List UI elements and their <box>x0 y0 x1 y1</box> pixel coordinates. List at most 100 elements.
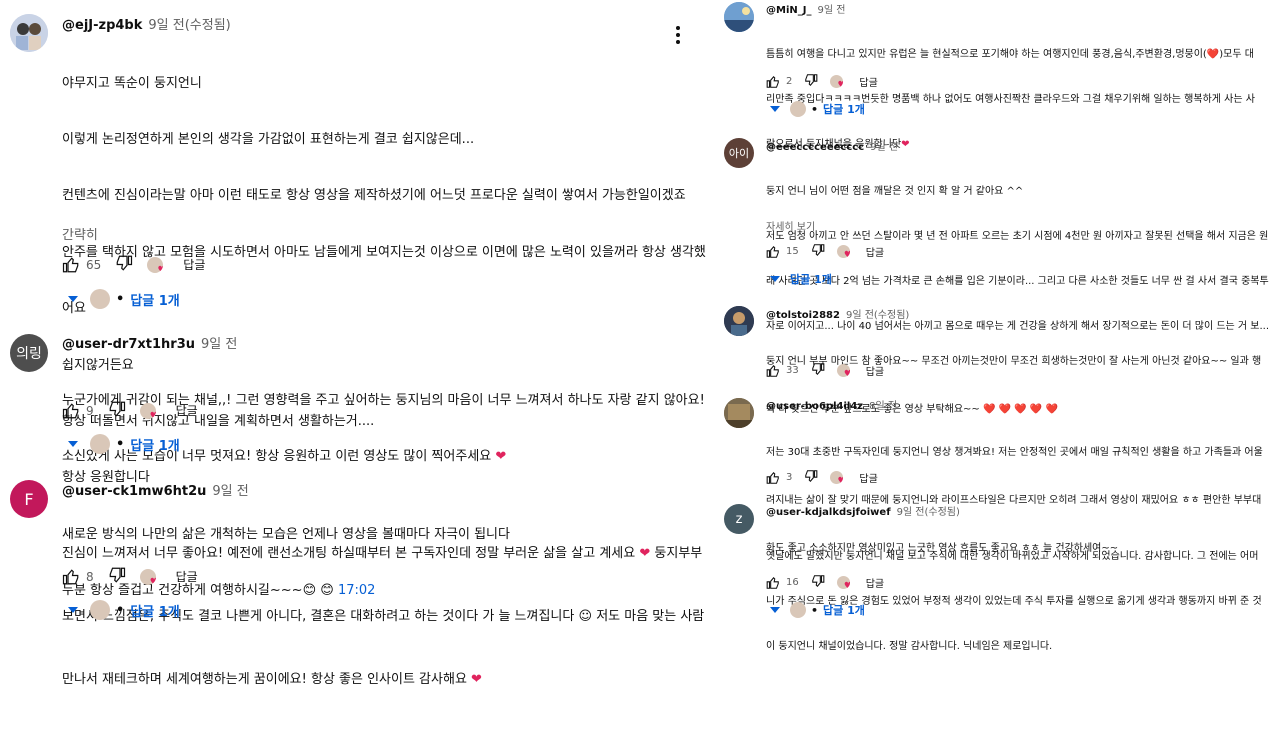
comment-line-text: 둥지부부 <box>654 546 703 561</box>
comment-author[interactable]: @ejJ-zp4bk 9일 전(수정됨) <box>62 14 231 33</box>
creator-heart-badge: ♥ <box>139 402 156 419</box>
replies-count-label[interactable]: 답글 1개 <box>130 435 179 454</box>
comment-time[interactable]: 8일 전 <box>869 401 897 412</box>
reply-button[interactable]: 답글 <box>176 568 198 585</box>
comment-author[interactable]: @MiN_J_ 9일 전 <box>766 1 845 16</box>
like-button[interactable]: 65 <box>62 256 101 274</box>
dislike-button[interactable] <box>811 574 825 591</box>
comment-actions: 3 ♥ 답글 <box>766 469 878 486</box>
like-button[interactable]: 2 <box>766 75 792 89</box>
chevron-down-icon <box>770 106 780 112</box>
like-count: 2 <box>786 76 793 87</box>
view-replies-button[interactable]: • 답글 1개 <box>770 602 865 618</box>
thumbs-down-icon <box>805 470 818 483</box>
author-handle[interactable]: @user-ck1mw6ht2u <box>62 484 206 499</box>
view-replies-button[interactable]: • 답글 1개 <box>68 434 180 454</box>
comment-time[interactable]: 9일 전(수정됨) <box>846 310 909 321</box>
creator-heart-badge: ♥ <box>830 75 844 88</box>
comment-author[interactable]: @user-dr7xt1hr3u 9일 전 <box>62 333 237 352</box>
avatar[interactable]: z <box>724 504 754 534</box>
like-count: 8 <box>86 569 94 584</box>
avatar-initials: F <box>24 489 34 509</box>
reply-button[interactable]: 답글 <box>866 244 884 259</box>
avatar[interactable]: 의링 <box>10 334 48 372</box>
dislike-button[interactable] <box>811 243 825 260</box>
avatar-initials: 의링 <box>16 346 42 362</box>
avatar[interactable]: 아이 <box>724 138 754 168</box>
like-count: 16 <box>786 577 799 588</box>
author-handle[interactable]: @eeecccceeecccc <box>766 142 864 153</box>
author-handle[interactable]: @user-dr7xt1hr3u <box>62 337 195 352</box>
dislike-button[interactable] <box>804 73 818 90</box>
avatar[interactable] <box>724 306 754 336</box>
dislike-button[interactable] <box>804 469 818 486</box>
reply-button[interactable]: 답글 <box>183 256 205 273</box>
author-handle[interactable]: @user-bo6pl4il4z <box>766 401 863 412</box>
comment-line: 야무지고 똑순이 둥지언니 <box>62 75 202 91</box>
comment-author[interactable]: @eeecccceeecccc 9일 전 <box>766 138 898 153</box>
comment-time[interactable]: 9일 전 <box>201 337 237 352</box>
reply-button[interactable]: 답글 <box>859 74 877 89</box>
view-replies-button[interactable]: • 답글 1개 <box>770 101 865 117</box>
read-more-button[interactable]: 자세히 보기 <box>766 218 815 233</box>
like-button[interactable]: 16 <box>766 576 799 590</box>
heart-icon: ❤ <box>901 139 910 150</box>
comment-line-text: 저도 마음 맞는 사람 <box>596 609 705 624</box>
reply-avatar <box>790 602 806 618</box>
avatar-initials: 아이 <box>728 147 750 160</box>
view-replies-button[interactable]: • 답글 1개 <box>68 289 180 309</box>
bullet: • <box>811 603 819 617</box>
reply-button[interactable]: 답글 <box>866 363 884 378</box>
reply-button[interactable]: 답글 <box>866 575 884 590</box>
like-button[interactable]: 33 <box>766 364 799 378</box>
dislike-button[interactable] <box>811 362 825 379</box>
heart-icon: ♥ <box>843 250 850 259</box>
author-handle[interactable]: @MiN_J_ <box>766 5 811 16</box>
reply-button[interactable]: 답글 <box>176 402 198 419</box>
comment-time[interactable]: 9일 전(수정됨) <box>897 507 960 518</box>
avatar[interactable] <box>724 2 754 32</box>
like-count: 15 <box>786 246 799 257</box>
view-replies-button[interactable]: 답글 1개 <box>770 271 832 287</box>
comment-author[interactable]: @tolstoi2882 9일 전(수정됨) <box>766 306 909 321</box>
comment-author[interactable]: @user-ck1mw6ht2u 9일 전 <box>62 480 249 499</box>
thumbs-up-icon <box>62 256 79 272</box>
heart-icon: ♥ <box>837 476 844 485</box>
replies-count-label[interactable]: 답글 1개 <box>823 602 865 618</box>
creator-heart-badge: ♥ <box>836 245 850 259</box>
view-replies-button[interactable]: • 답글 1개 <box>68 600 180 620</box>
replies-count-label[interactable]: 답글 1개 <box>823 101 865 117</box>
dislike-button[interactable] <box>115 254 133 275</box>
thumbs-down-icon <box>805 74 818 87</box>
avatar[interactable]: F <box>10 480 48 518</box>
read-less-button[interactable]: 간략히 <box>62 224 98 243</box>
like-button[interactable]: 8 <box>62 568 94 586</box>
bullet: • <box>116 436 125 452</box>
like-button[interactable]: 15 <box>766 245 799 259</box>
comment-actions: 9 ♥ 답글 <box>62 400 198 421</box>
like-button[interactable]: 9 <box>62 402 94 420</box>
dislike-button[interactable] <box>108 566 126 587</box>
comment-time[interactable]: 9일 전 <box>212 484 248 499</box>
avatar[interactable] <box>724 398 754 428</box>
replies-count-label[interactable]: 답글 1개 <box>130 601 179 620</box>
comment-author[interactable]: @user-kdjalkdsjfoiwef 9일 전(수정됨) <box>766 503 960 518</box>
comment-line: 저도 엄청 아끼고 안 쓰던 스탈이라 몇 년 전 아파트 오르는 초기 시점에… <box>766 231 1269 242</box>
replies-count-label[interactable]: 답글 1개 <box>790 271 832 287</box>
comment-time[interactable]: 9일 전 <box>870 142 898 153</box>
replies-count-label[interactable]: 답글 1개 <box>130 290 179 309</box>
comment-author[interactable]: @user-bo6pl4il4z 8일 전 <box>766 397 897 412</box>
comment-time[interactable]: 9일 전(수정됨) <box>148 18 230 33</box>
avatar-photo-icon <box>724 306 754 336</box>
author-handle[interactable]: @user-kdjalkdsjfoiwef <box>766 507 891 518</box>
reply-button[interactable]: 답글 <box>859 470 877 485</box>
like-button[interactable]: 3 <box>766 471 792 485</box>
dislike-button[interactable] <box>108 400 126 421</box>
comment-actions: 8 ♥ 답글 <box>62 566 198 587</box>
comment-time[interactable]: 9일 전 <box>817 5 845 16</box>
avatar[interactable] <box>10 14 48 52</box>
author-handle[interactable]: @ejJ-zp4bk <box>62 18 142 33</box>
thumbs-up-icon <box>766 75 779 88</box>
comment-actions: 2 ♥ 답글 <box>766 73 878 90</box>
author-handle[interactable]: @tolstoi2882 <box>766 310 840 321</box>
